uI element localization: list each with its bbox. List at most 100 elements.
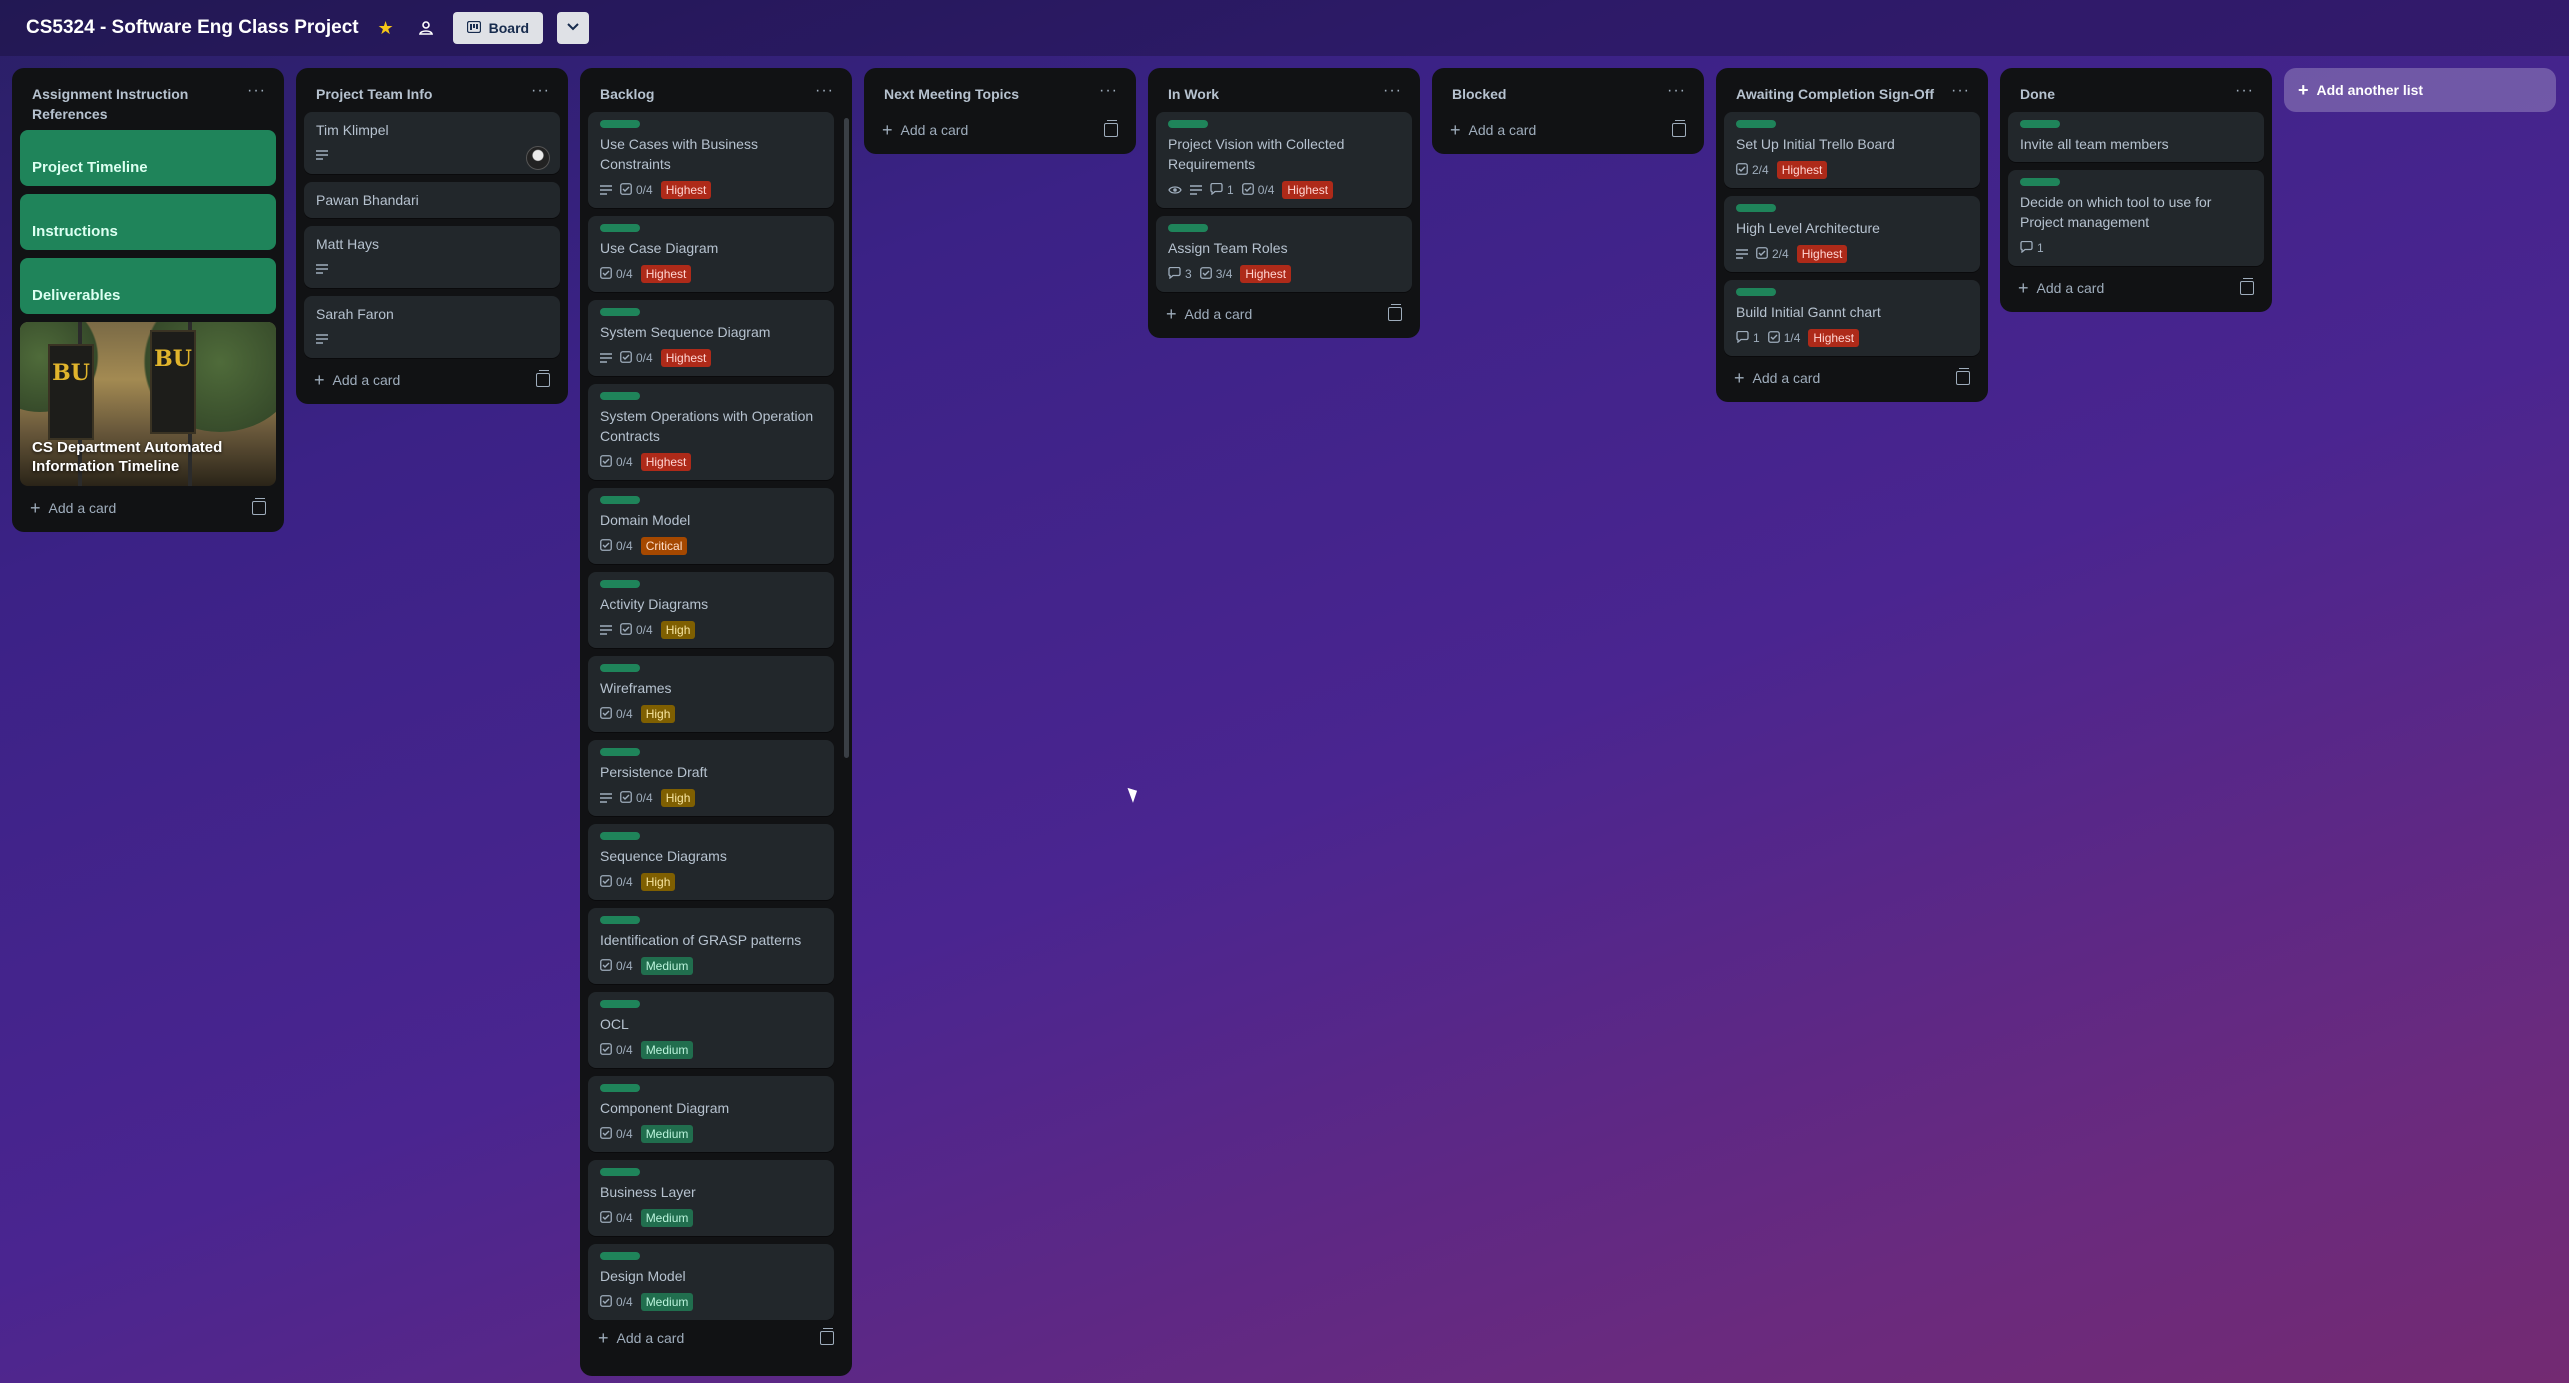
card[interactable]: Identification of GRASP patterns 0/4 Mediu…	[588, 908, 834, 984]
add-card-button[interactable]: + Add a card	[1724, 360, 1980, 396]
card[interactable]: Component Diagram 0/4 Medium	[588, 1076, 834, 1152]
list-title[interactable]: Assignment Instruction References	[32, 84, 247, 124]
card[interactable]: Wireframes 0/4 High	[588, 656, 834, 732]
comments-badge: 1	[1210, 182, 1234, 198]
priority-badge: Critical	[640, 537, 688, 555]
card[interactable]: Use Case Diagram 0/4 Highest	[588, 216, 834, 292]
add-card-button[interactable]: + Add a card	[1156, 296, 1412, 332]
list-menu-button[interactable]: ···	[2235, 83, 2254, 99]
card[interactable]: Build Initial Gannt chart 1 1/4 Highest	[1724, 280, 1980, 356]
list-title[interactable]: Awaiting Completion Sign-Off	[1736, 84, 1934, 104]
card-title: Use Case Diagram	[600, 240, 719, 256]
checklist-icon	[1736, 162, 1748, 178]
comment-count: 1	[2037, 241, 2044, 255]
card-title: Identification of GRASP patterns	[600, 932, 802, 948]
card-title: Set Up Initial Trello Board	[1736, 136, 1895, 152]
add-card-button[interactable]: + Add a card	[588, 1320, 844, 1356]
add-card-button[interactable]: + Add a card	[304, 362, 560, 398]
checklist-badge: 2/4	[1736, 162, 1769, 178]
board-view-button[interactable]: Board	[452, 12, 544, 44]
label-strip	[600, 580, 640, 588]
card-template-icon[interactable]	[1672, 120, 1686, 137]
checklist-badge: 0/4	[620, 350, 653, 366]
list-menu-button[interactable]: ···	[1667, 83, 1686, 99]
card[interactable]: Decide on which tool to use for Project …	[2008, 170, 2264, 266]
card[interactable]: Project Vision with Collected Requiremen…	[1156, 112, 1412, 208]
plus-icon: +	[598, 1327, 609, 1348]
card[interactable]: Domain Model 0/4 Critical	[588, 488, 834, 564]
list-title[interactable]: In Work	[1168, 84, 1219, 104]
board-title[interactable]: CS5324 - Software Eng Class Project	[26, 17, 359, 39]
list-title[interactable]: Project Team Info	[316, 84, 432, 104]
list-menu-button[interactable]: ···	[1383, 83, 1402, 99]
star-icon[interactable]: ★	[373, 15, 399, 41]
member-avatar[interactable]	[526, 146, 550, 170]
card-team-member[interactable]: Pawan Bhandari	[304, 182, 560, 218]
card-project-timeline[interactable]: Project Timeline	[20, 130, 276, 186]
add-another-list-button[interactable]: + Add another list	[2284, 68, 2556, 112]
card-template-icon[interactable]	[820, 1328, 834, 1345]
checklist-badge: 3/4	[1199, 266, 1233, 282]
list-scrollbar[interactable]	[844, 118, 849, 758]
list-menu-button[interactable]: ···	[1951, 83, 1970, 99]
card-instructions[interactable]: Instructions	[20, 194, 276, 250]
card-template-icon[interactable]	[2240, 278, 2254, 295]
card-team-member[interactable]: Tim Klimpel	[304, 112, 560, 174]
card-deliverables[interactable]: Deliverables	[20, 258, 276, 314]
add-card-button[interactable]: + Add a card	[872, 112, 1128, 148]
card-team-member[interactable]: Sarah Faron	[304, 296, 560, 358]
workspace-visible-icon[interactable]	[413, 15, 439, 41]
checklist-icon	[620, 182, 632, 198]
description-icon	[600, 625, 612, 635]
list-blocked: Blocked ··· + Add a card	[1432, 68, 1704, 154]
list-menu-button[interactable]: ···	[247, 83, 266, 99]
card[interactable]: Assign Team Roles 3 3/4 Highest	[1156, 216, 1412, 292]
card[interactable]: Sequence Diagrams 0/4 High	[588, 824, 834, 900]
list-menu-button[interactable]: ···	[815, 83, 834, 99]
card-title: Project Vision with Collected Requiremen…	[1168, 136, 1345, 172]
priority-badge: Highest	[1282, 181, 1334, 199]
card[interactable]: Business Layer 0/4 Medium	[588, 1160, 834, 1236]
add-card-button[interactable]: + Add a card	[20, 490, 276, 526]
list-title[interactable]: Next Meeting Topics	[884, 84, 1019, 104]
banner-logo-image: BU	[48, 344, 94, 440]
card-badges: 0/4 High	[600, 872, 822, 892]
list-title[interactable]: Backlog	[600, 84, 654, 104]
comment-icon	[1736, 330, 1749, 346]
card[interactable]: Set Up Initial Trello Board 2/4 Highest	[1724, 112, 1980, 188]
card[interactable]: OCL 0/4 Medium	[588, 992, 834, 1068]
priority-badge: Medium	[640, 1125, 694, 1143]
list-menu-button[interactable]: ···	[1099, 83, 1118, 99]
card[interactable]: Invite all team members	[2008, 112, 2264, 162]
list-menu-button[interactable]: ···	[531, 83, 550, 99]
label-strip	[600, 1252, 640, 1260]
card-title: Assign Team Roles	[1168, 240, 1288, 256]
card-template-icon[interactable]	[1388, 304, 1402, 321]
checklist-badge: 0/4	[600, 1126, 633, 1142]
checklist-badge: 0/4	[600, 538, 633, 554]
view-switcher-button[interactable]	[557, 12, 590, 44]
card[interactable]: Persistence Draft 0/4 High	[588, 740, 834, 816]
card[interactable]: Use Cases with Business Constraints 0/4 Hi…	[588, 112, 834, 208]
card[interactable]: Activity Diagrams 0/4 High	[588, 572, 834, 648]
card-template-icon[interactable]	[1104, 120, 1118, 137]
plus-icon: +	[1166, 303, 1177, 324]
card-template-icon[interactable]	[1956, 368, 1970, 385]
card-badges: 0/4 High	[600, 620, 822, 640]
card[interactable]: System Operations with Operation Contrac…	[588, 384, 834, 480]
priority-badge: Highest	[640, 453, 692, 471]
card[interactable]: Design Model 0/4 Medium	[588, 1244, 834, 1320]
list-title[interactable]: Blocked	[1452, 84, 1506, 104]
add-card-button[interactable]: + Add a card	[1440, 112, 1696, 148]
card-team-member[interactable]: Matt Hays	[304, 226, 560, 288]
card-cs-department-timeline[interactable]: BU BU CS Department Automated Informatio…	[20, 322, 276, 486]
card-template-icon[interactable]	[252, 498, 266, 515]
list-title[interactable]: Done	[2020, 84, 2055, 104]
card[interactable]: System Sequence Diagram 0/4 Highest	[588, 300, 834, 376]
card[interactable]: High Level Architecture 2/4 Highest	[1724, 196, 1980, 272]
label-strip	[600, 1084, 640, 1092]
card-template-icon[interactable]	[536, 370, 550, 387]
add-card-button[interactable]: + Add a card	[2008, 270, 2264, 306]
checklist-count: 3/4	[1215, 267, 1233, 281]
checklist-badge: 0/4	[600, 706, 633, 722]
